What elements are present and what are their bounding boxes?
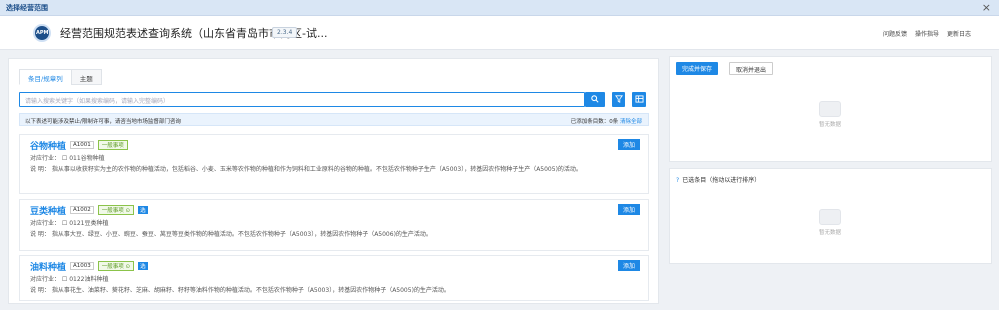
help-icon: ? xyxy=(676,177,680,184)
item-code: A1001 xyxy=(70,141,94,149)
grid-icon xyxy=(635,95,643,103)
selected-count: 已添加条目数：0条 清除全部 xyxy=(570,119,642,125)
status-badge: 一般事项 ⊙ xyxy=(97,205,135,215)
filter-button[interactable] xyxy=(612,92,625,107)
version-badge: 2.3.4 xyxy=(272,27,298,38)
search-panel: 条目/规章列 主题 请输入搜索关键字（如果搜索编码，请输入完整编码） 以下表述可… xyxy=(8,58,659,304)
item-industry: 对应行业： ☐ 011谷物种植 xyxy=(30,155,105,162)
actions-panel: 完成并保存 取消并退出 暂无数据 xyxy=(669,56,992,162)
add-button[interactable]: 添加 xyxy=(617,260,640,271)
clear-all-link[interactable]: 清除全部 xyxy=(620,119,642,125)
status-badge: 一般事项 xyxy=(97,140,128,150)
tab-items[interactable]: 条目/规章列 xyxy=(19,69,72,85)
logo-icon: APM xyxy=(33,24,51,42)
cancel-button[interactable]: 取消并退出 xyxy=(729,62,774,75)
item-industry: 对应行业： ☐ 0121豆类种植 xyxy=(30,220,109,227)
header-links: 问题反馈 操作指导 更新日志 xyxy=(883,29,971,38)
list-item: 豆类种植 A1002 一般事项 ⊙ 选 添加 对应行业： ☐ 0121豆类种植 … xyxy=(19,199,649,251)
tab-bar: 条目/规章列 主题 xyxy=(19,69,102,85)
selected-header: ? 已选条目（拖动以进行排序） xyxy=(676,177,761,184)
grid-view-button[interactable] xyxy=(632,92,646,107)
search-button[interactable] xyxy=(585,92,605,107)
close-icon[interactable]: × xyxy=(982,1,991,14)
notice-bar: 以下表述可能涉及禁止/限制许可事，请咨当地市场监督部门咨询 已添加条目数：0条 … xyxy=(19,113,649,126)
search-input[interactable]: 请输入搜索关键字（如果搜索编码，请输入完整编码） xyxy=(19,92,585,107)
item-industry: 对应行业： ☐ 0122油料种植 xyxy=(30,276,109,283)
empty-state: 暂无数据 xyxy=(810,101,850,128)
link-guide[interactable]: 操作指导 xyxy=(915,29,939,38)
add-button[interactable]: 添加 xyxy=(617,139,640,150)
list-item: 油料种植 A1003 一般事项 ⊙ 选 添加 对应行业： ☐ 0122油料种植 … xyxy=(19,255,649,301)
item-code: A1003 xyxy=(70,262,94,270)
app-header: APM 经营范围规范表述查询系统（山东省青岛市市南区-试... 2.3.4 问题… xyxy=(0,16,999,50)
item-name[interactable]: 谷物种植 xyxy=(30,139,66,152)
empty-box-icon xyxy=(819,101,841,117)
filter-icon xyxy=(614,95,623,103)
item-description: 说 明： 指从事大豆、绿豆、小豆、豌豆、蚕豆、莴豆等豆类作物的种植活动。不包括农… xyxy=(30,231,432,238)
save-button[interactable]: 完成并保存 xyxy=(676,62,719,75)
status-badge: 一般事项 ⊙ xyxy=(97,261,135,271)
item-name[interactable]: 豆类种植 xyxy=(30,204,66,217)
add-button[interactable]: 添加 xyxy=(617,204,640,215)
notice-text: 以下表述可能涉及禁止/限制许可事，请咨当地市场监督部门咨询 xyxy=(25,119,181,125)
selected-panel: ? 已选条目（拖动以进行排序） 暂无数据 xyxy=(669,168,992,264)
item-code: A1002 xyxy=(70,206,94,214)
link-feedback[interactable]: 问题反馈 xyxy=(883,29,907,38)
item-description: 说 明： 指从事花生、油菜籽、葵花籽、芝麻、胡麻籽、籽籽等油料作物的种植活动。不… xyxy=(30,287,450,294)
window-title: 选择经营范围 xyxy=(6,4,48,12)
search-icon xyxy=(591,95,599,103)
link-changelog[interactable]: 更新日志 xyxy=(947,29,971,38)
tab-topics[interactable]: 主题 xyxy=(70,69,102,85)
item-description: 说 明： 指从事以收获籽实为主的农作物的种植活动，包括稻谷、小麦、玉米等农作物的… xyxy=(30,166,582,173)
window-titlebar: 选择经营范围 × xyxy=(0,0,999,16)
list-item: 谷物种植 A1001 一般事项 添加 对应行业： ☐ 011谷物种植 说 明： … xyxy=(19,134,649,194)
empty-state: 暂无数据 xyxy=(810,209,850,236)
item-name[interactable]: 油料种植 xyxy=(30,260,66,273)
optional-badge: 选 xyxy=(138,206,148,214)
empty-box-icon xyxy=(819,209,841,225)
optional-badge: 选 xyxy=(138,262,148,270)
